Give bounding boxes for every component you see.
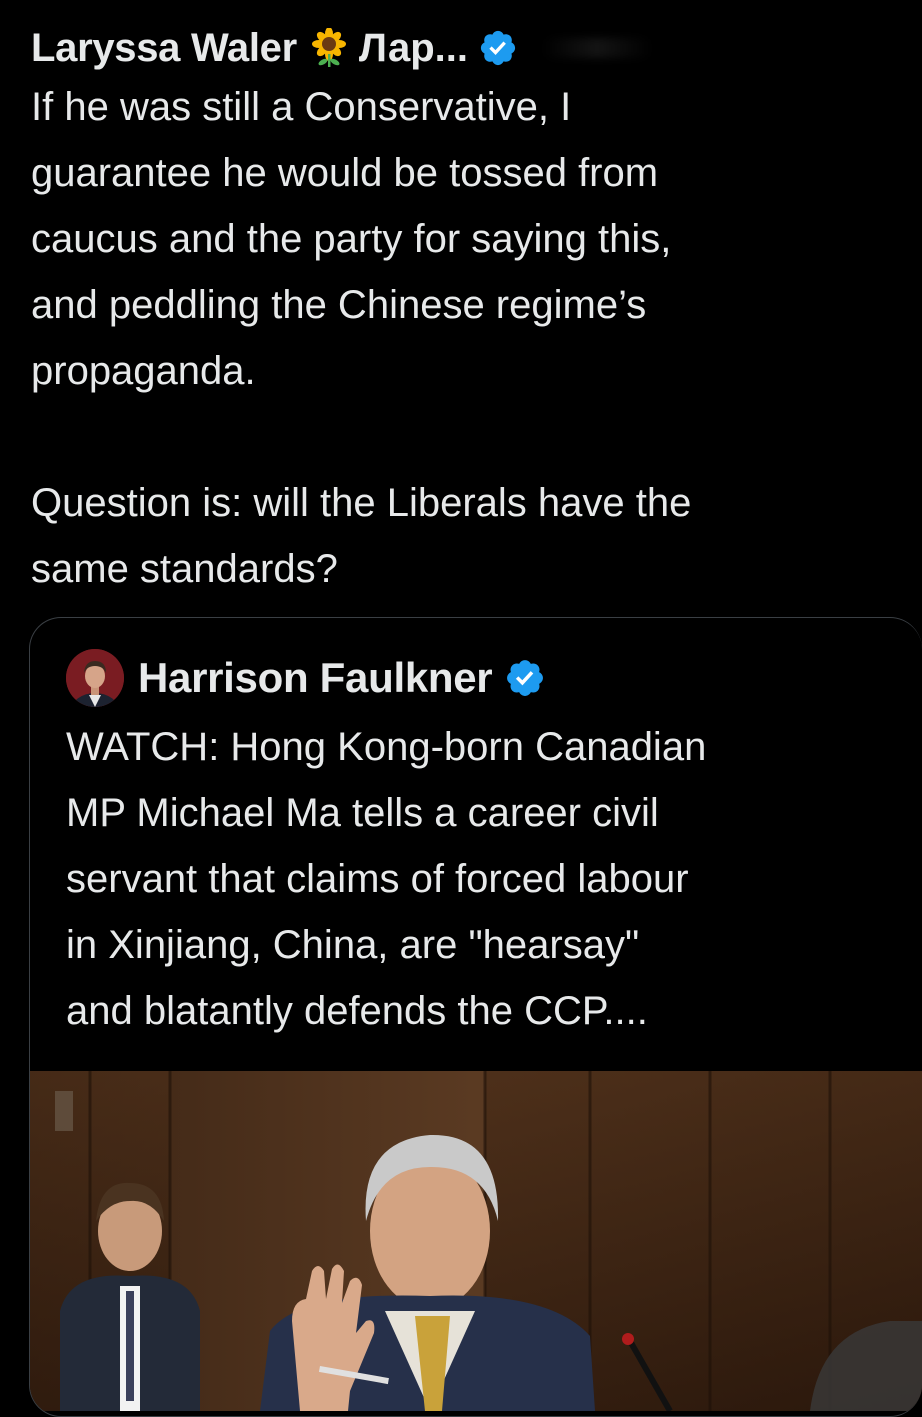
quoted-text-line: in Xinjiang, China, are "hearsay" — [66, 923, 640, 967]
sunflower-icon — [309, 27, 349, 68]
quoted-tweet-header[interactable]: Harrison Faulkner — [66, 649, 546, 707]
avatar[interactable] — [66, 649, 124, 707]
video-thumbnail[interactable] — [30, 1071, 922, 1411]
author-row[interactable]: Laryssa Waler Лар... — [31, 22, 652, 74]
quoted-text-line: and blatantly defends the CCP.... — [66, 989, 648, 1033]
quoted-tweet-text: WATCH: Hong Kong-born Canadian MP Michae… — [66, 714, 906, 1044]
verified-badge-icon — [478, 28, 518, 68]
quoted-text-line: servant that claims of forced labour — [66, 857, 689, 901]
tweet[interactable]: Laryssa Waler Лар... If he was still a C… — [0, 0, 922, 1417]
quoted-text-line: WATCH: Hong Kong-born Canadian — [66, 725, 707, 769]
author-name[interactable]: Laryssa Waler — [31, 26, 297, 71]
redacted-handle — [541, 38, 652, 58]
quoted-author-name[interactable]: Harrison Faulkner — [138, 654, 493, 702]
tweet-text: If he was still a Conservative, I guaran… — [31, 85, 692, 591]
verified-badge-icon — [504, 657, 546, 699]
quoted-text-line: MP Michael Ma tells a career civil — [66, 791, 659, 835]
author-name-cyrillic[interactable]: Лар... — [359, 26, 468, 71]
quoted-tweet[interactable]: Harrison Faulkner WATCH: Hong Kong-born … — [29, 617, 922, 1417]
